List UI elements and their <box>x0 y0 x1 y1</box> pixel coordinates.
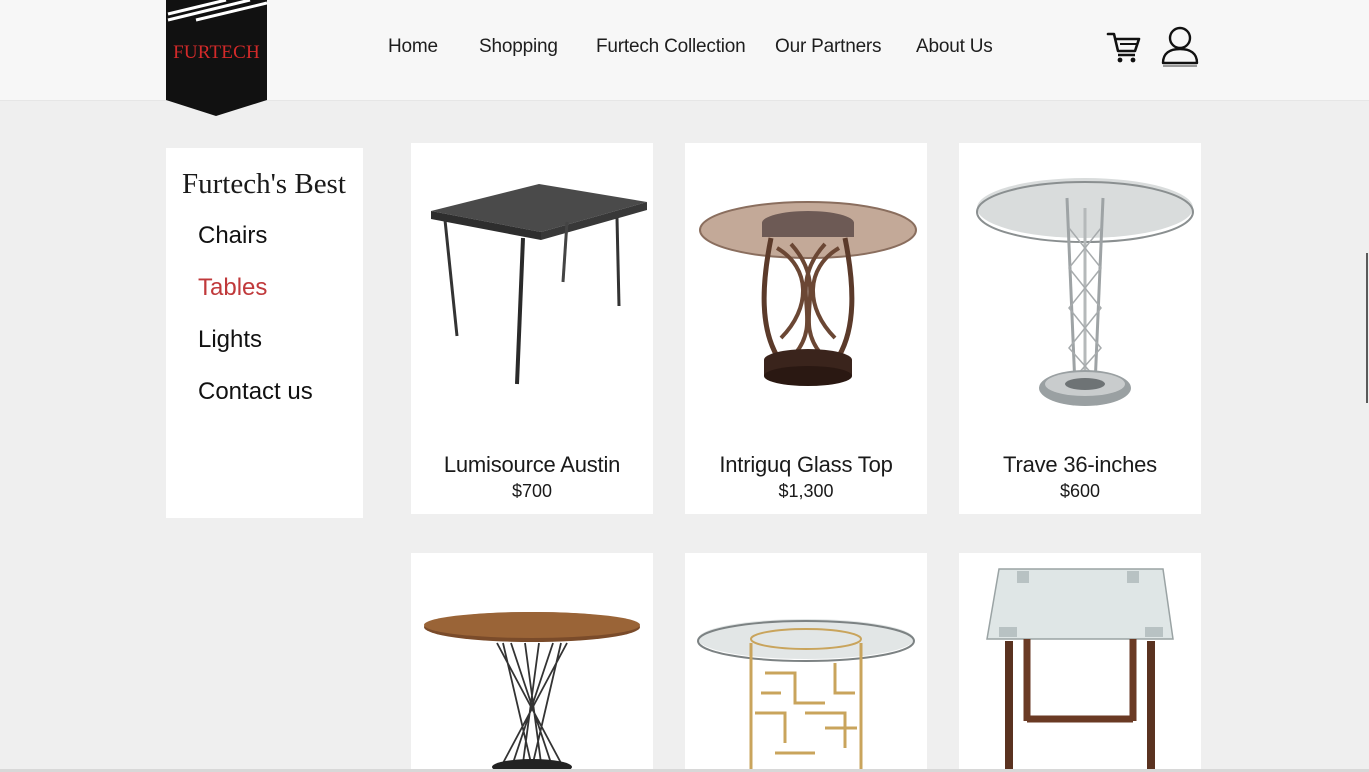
product-price: $1,300 <box>778 481 834 501</box>
glass-gold-table-image <box>697 619 915 772</box>
wood-wire-table-image <box>424 612 640 772</box>
user-icon[interactable] <box>1160 25 1200 69</box>
sidebar-title: Furtech's Best <box>182 168 346 200</box>
category-sidebar: Furtech's Best Chairs Tables Lights Cont… <box>166 148 363 518</box>
product-name[interactable]: Lumisource Austin <box>411 452 653 478</box>
dark-metal-table-image <box>431 184 647 385</box>
nav-about-us[interactable]: About Us <box>916 36 993 58</box>
sidebar-item-tables[interactable]: Tables <box>198 274 267 302</box>
product-price: $700 <box>511 481 553 501</box>
product-image[interactable] <box>685 143 927 433</box>
sidebar-item-contact-us[interactable]: Contact us <box>198 378 313 406</box>
nav-furtech-collection[interactable]: Furtech Collection <box>596 36 746 58</box>
logo-text: FURTECH <box>173 42 260 63</box>
sidebar-item-chairs[interactable]: Chairs <box>198 222 267 250</box>
logo[interactable]: FURTECH <box>166 0 268 118</box>
glass-wood-leg-table-image <box>986 568 1174 772</box>
nav-our-partners[interactable]: Our Partners <box>775 36 882 58</box>
product-card[interactable]: Intriguq Glass Top $1,300 <box>685 143 927 514</box>
page: FURTECH Home Shopping Furtech Collection… <box>0 0 1369 772</box>
product-card[interactable]: Lumisource Austin $700 <box>411 143 653 514</box>
nav-shopping[interactable]: Shopping <box>479 36 558 58</box>
product-name[interactable]: Intriguq Glass Top <box>685 452 927 478</box>
product-card[interactable] <box>959 553 1201 772</box>
product-image[interactable] <box>411 143 653 433</box>
product-card[interactable] <box>411 553 653 772</box>
sidebar-item-lights[interactable]: Lights <box>198 326 262 354</box>
product-card[interactable]: Trave 36-inches $600 <box>959 143 1201 514</box>
glass-pedestal-table-image <box>699 201 917 386</box>
product-price: $600 <box>1059 481 1101 501</box>
product-card[interactable] <box>685 553 927 772</box>
glass-chrome-bistro-table-image <box>976 178 1194 406</box>
cart-icon[interactable] <box>1106 29 1142 65</box>
scrollbar[interactable] <box>1366 253 1368 403</box>
product-name[interactable]: Trave 36-inches <box>959 452 1201 478</box>
product-image[interactable] <box>959 143 1201 433</box>
nav-home[interactable]: Home <box>388 36 438 58</box>
